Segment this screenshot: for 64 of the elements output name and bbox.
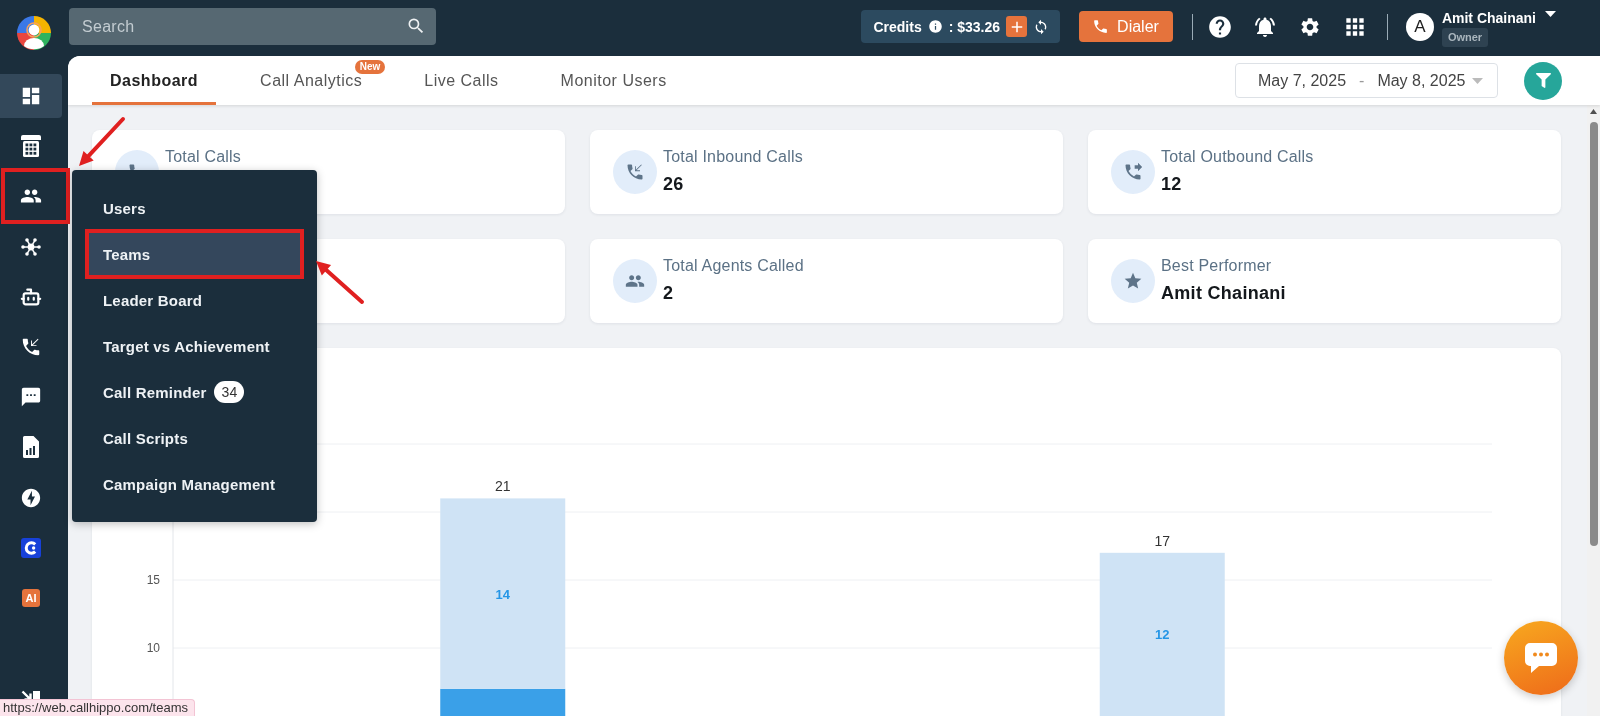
help-icon[interactable] xyxy=(1206,13,1233,40)
stat-label: Total Calls xyxy=(165,147,241,167)
add-credits-button[interactable] xyxy=(1006,16,1028,37)
new-badge: New xyxy=(354,60,386,74)
bar-total-label: 21 xyxy=(494,478,511,495)
incoming-call-icon xyxy=(613,150,657,194)
bar-total-label: 17 xyxy=(1154,532,1171,549)
report-icon xyxy=(23,436,39,459)
search-field[interactable]: Search xyxy=(69,8,436,45)
desk-phone-icon xyxy=(21,135,41,158)
y-tick-label: 10 xyxy=(146,641,160,655)
stat-value: 26 xyxy=(663,173,685,195)
filter-button[interactable] xyxy=(1524,61,1562,100)
caret-icon xyxy=(1472,77,1483,84)
menu-item[interactable]: Target vs Achievement xyxy=(86,323,303,369)
hub-icon xyxy=(21,236,41,257)
stat-label: Best Performer xyxy=(1161,256,1273,276)
sidebar-item[interactable] xyxy=(0,74,62,118)
search-icon[interactable] xyxy=(406,16,426,36)
role-badge: Owner xyxy=(1441,27,1489,47)
user-avatar[interactable]: A xyxy=(1405,12,1434,41)
outgoing-call-icon xyxy=(1111,150,1155,194)
ai-badge: AI xyxy=(22,588,40,607)
logo-icon[interactable] xyxy=(17,16,51,50)
dashboard-icon xyxy=(20,85,42,107)
phone-icon xyxy=(1092,18,1110,35)
bar-value-label: 12 xyxy=(1155,627,1170,643)
menu-item[interactable]: Call Reminder 34 xyxy=(86,369,303,415)
menu-item[interactable]: Campaign Management xyxy=(86,461,303,507)
tab[interactable]: Monitor Users xyxy=(542,56,685,105)
tab[interactable]: Dashboard xyxy=(92,56,217,105)
count-badge: 34 xyxy=(214,381,245,403)
collapse-icon xyxy=(21,690,41,700)
date-separator: - xyxy=(1359,71,1365,90)
date-range-field[interactable]: May 7, 2025 - May 8, 2025 xyxy=(1235,63,1498,98)
credits-amount: : $33.26 xyxy=(948,18,1001,35)
filter-icon xyxy=(1535,73,1551,88)
logo-tile-icon xyxy=(21,537,41,558)
stat-label: Total Inbound Calls xyxy=(663,147,803,167)
user-name[interactable]: Amit Chainani xyxy=(1441,9,1536,26)
menu-item[interactable]: Users xyxy=(86,185,303,231)
menu-item[interactable]: Call Scripts xyxy=(86,415,303,461)
bar-value-label: 14 xyxy=(495,586,510,602)
caret-icon[interactable] xyxy=(1545,11,1556,17)
stat-value: 12 xyxy=(1161,173,1183,195)
credits-label: Credits xyxy=(873,18,922,35)
stat-label: Total Agents Called xyxy=(663,256,804,276)
scroll-thumb[interactable] xyxy=(1589,122,1598,546)
info-icon[interactable] xyxy=(927,19,943,34)
stat-value: Amit Chainani xyxy=(1161,282,1286,304)
scrollbar[interactable] xyxy=(1587,105,1600,716)
settings-icon[interactable] xyxy=(1298,15,1321,38)
status-url-tooltip: https://web.callhippo.com/teams xyxy=(0,699,195,716)
start-date: May 7, 2025 xyxy=(1258,71,1347,90)
end-date: May 8, 2025 xyxy=(1377,71,1466,90)
menu-item[interactable]: Leader Board xyxy=(86,277,303,323)
scroll-up-icon[interactable] xyxy=(1590,109,1597,114)
bolt-icon xyxy=(20,486,42,509)
y-tick-label: 15 xyxy=(146,573,160,587)
stat-label: Total Outbound Calls xyxy=(1161,147,1314,167)
chat-bubble-icon xyxy=(1524,642,1558,674)
stat-value: 2 xyxy=(663,282,675,304)
tab[interactable]: Live Calls xyxy=(406,56,517,105)
users-icon xyxy=(613,259,657,303)
